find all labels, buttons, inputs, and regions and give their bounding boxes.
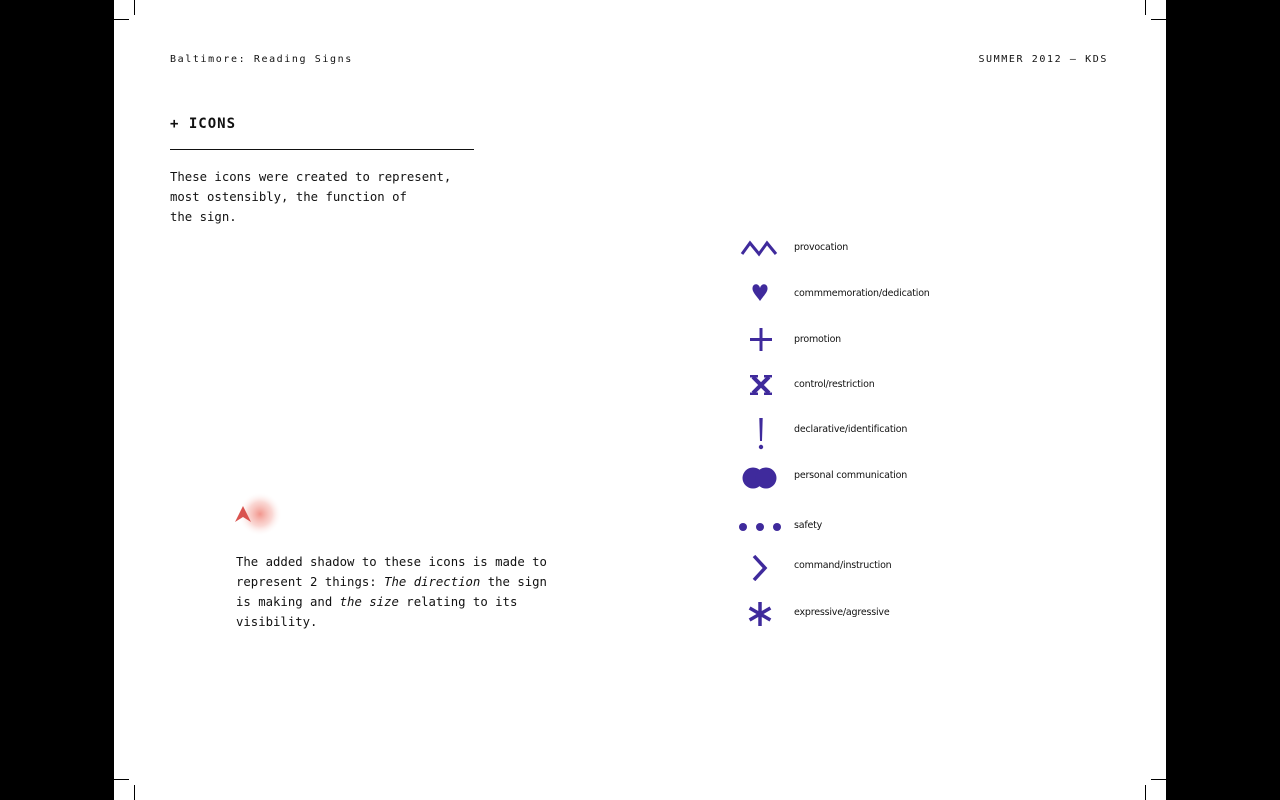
crop-mark [134,785,135,800]
intro-paragraph: These icons were created to represent, m… [170,170,452,224]
crop-mark [1151,19,1166,20]
legend-item: commmemoration/dedication [732,279,1032,309]
legend-label: safety [794,520,823,531]
crop-mark [134,0,135,15]
dots-icon [739,523,781,531]
asterisk-icon [748,602,772,626]
legend-label: control/restriction [794,379,875,390]
title-rule [170,149,474,150]
legend-label: declarative/identification [794,424,908,435]
legend-item: command/instruction [732,551,1032,581]
running-header-right: SUMMER 2012 – KDS [978,54,1108,65]
document-page: Baltimore: Reading Signs SUMMER 2012 – K… [114,0,1166,800]
shadow-explanation: The added shadow to these icons is made … [236,555,547,629]
crop-mark [114,779,129,780]
legend-item: promotion [732,325,1032,355]
legend-label: expressive/agressive [794,607,890,618]
legend-item: personal communication [732,461,1032,491]
legend-label: personal communication [794,470,908,481]
legend-label: commmemoration/dedication [794,288,930,299]
legend-item: declarative/identification [732,415,1032,455]
crop-mark [1145,0,1146,15]
x-icon [750,375,772,395]
crop-mark [1151,779,1166,780]
chevron-right-icon [752,554,768,581]
legend-item: safety [732,511,1032,541]
crop-mark [1145,785,1146,800]
exclamation-icon [758,418,764,450]
legend-label: promotion [794,334,842,345]
legend-label: provocation [794,242,849,253]
section-title: + ICONS [170,116,237,132]
running-header-left: Baltimore: Reading Signs [170,54,353,65]
legend-item: provocation [732,233,1032,263]
shadowed-arrow-icon [235,492,282,536]
double-circle-icon [742,467,777,489]
legend-label: command/instruction [794,560,892,571]
legend-item: expressive/agressive [732,598,1032,628]
zigzag-icon [740,240,778,257]
crop-mark [114,19,129,20]
heart-icon [752,284,768,301]
legend-item: control/restriction [732,370,1032,400]
plus-icon [750,328,772,351]
